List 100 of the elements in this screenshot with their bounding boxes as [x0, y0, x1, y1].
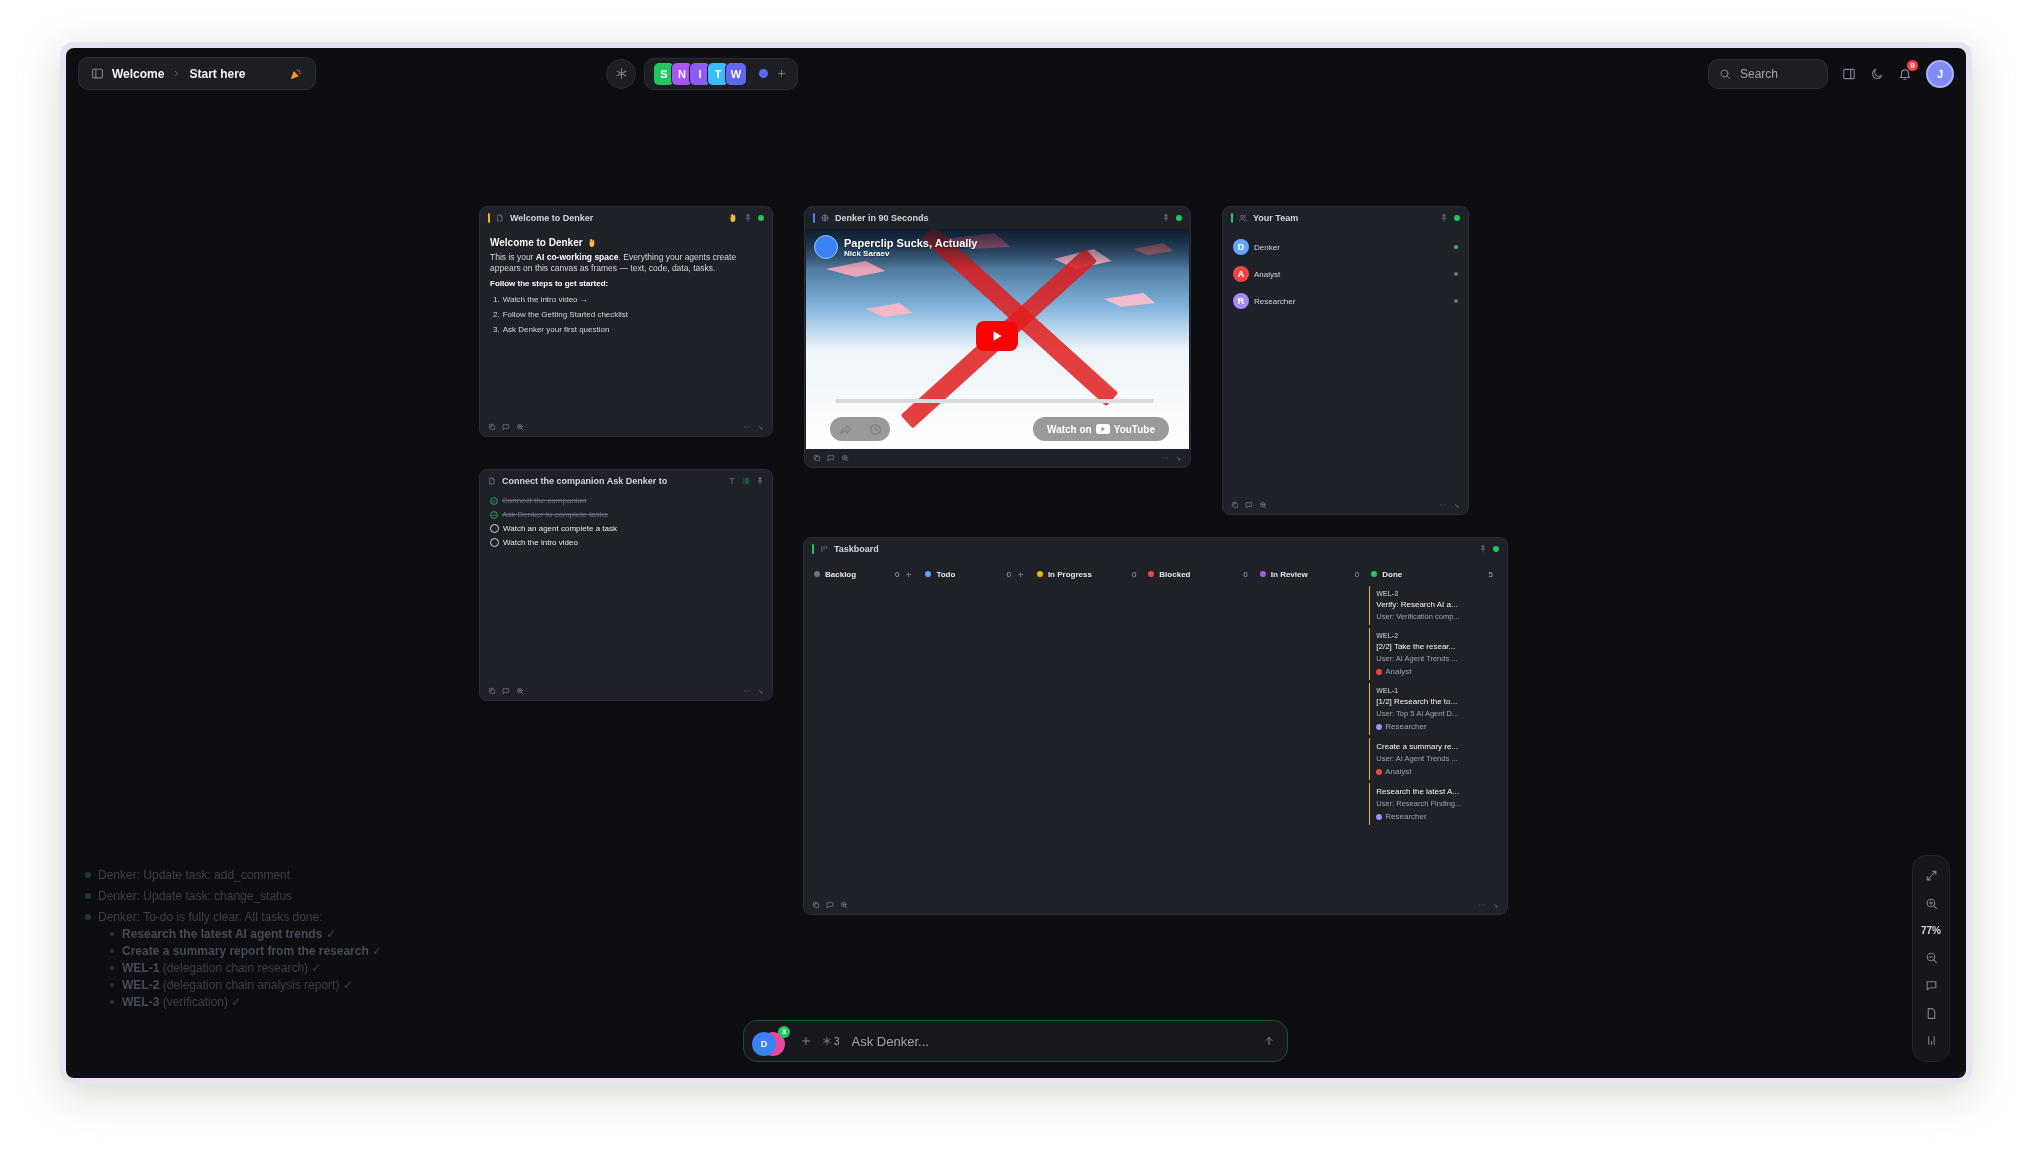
member-name[interactable]: Denker: [1254, 242, 1449, 252]
copy-icon[interactable]: [1231, 501, 1239, 509]
step-text: Watch the intro video →: [502, 295, 588, 304]
checked-circle-icon[interactable]: [490, 510, 498, 519]
pin-icon[interactable]: [1162, 214, 1170, 222]
breadcrumb-item[interactable]: Welcome: [112, 66, 165, 81]
column-count: 5: [1488, 569, 1493, 579]
bell-icon[interactable]: [1898, 66, 1912, 81]
chat-input-text[interactable]: Ask Denker...: [849, 1032, 1253, 1050]
breadcrumb-item[interactable]: Start here: [189, 66, 246, 81]
add-task-icon[interactable]: [1015, 569, 1025, 579]
step-number: 2.: [493, 310, 500, 319]
fullscreen-icon[interactable]: [1924, 869, 1938, 883]
send-icon[interactable]: [1263, 1035, 1275, 1047]
agent-avatars[interactable]: D 3: [752, 1025, 790, 1057]
video-title[interactable]: Paperclip Sucks, Actually: [844, 236, 978, 249]
log-dot: [85, 893, 91, 899]
globe-icon: [821, 214, 829, 222]
panel-icon[interactable]: [1842, 66, 1856, 81]
resize-icon[interactable]: [1453, 501, 1460, 509]
copy-icon[interactable]: [812, 901, 820, 909]
column-title: Backlog: [825, 569, 858, 579]
zoom-in-icon[interactable]: [516, 423, 524, 431]
zoom-out-icon[interactable]: [1924, 950, 1938, 964]
frame-title: Welcome to Denker: [510, 213, 594, 223]
task-title: Create a summary re...: [1376, 742, 1460, 751]
zoom-in-icon[interactable]: [1259, 501, 1267, 509]
agent-count[interactable]: 3: [834, 1035, 840, 1047]
resize-icon[interactable]: [757, 423, 764, 431]
bullet: [110, 949, 114, 953]
assignee-name: Analyst: [1385, 767, 1412, 776]
accent-bar: [812, 544, 814, 554]
sparkle-icon: [822, 1036, 832, 1046]
comment-icon[interactable]: [502, 423, 510, 431]
add-icon[interactable]: [800, 1035, 812, 1047]
search-input[interactable]: Search: [1738, 65, 1822, 82]
checklist-item: Connect the companion: [502, 496, 587, 505]
waving-hand-icon: [586, 237, 597, 248]
workspace-avatar[interactable]: W: [725, 61, 747, 86]
copy-icon[interactable]: [488, 423, 496, 431]
chat-input[interactable]: D 3 3 Ask Denker...: [743, 1020, 1288, 1062]
text-icon[interactable]: [728, 477, 736, 485]
channel-name[interactable]: Nick Saraev: [844, 248, 978, 258]
moon-icon[interactable]: [1870, 66, 1884, 81]
member-name[interactable]: Researcher: [1254, 296, 1449, 306]
zoom-in-icon[interactable]: [841, 454, 849, 462]
accent-bar: [488, 213, 490, 223]
checklist-icon[interactable]: [742, 477, 750, 485]
member-name[interactable]: Analyst: [1254, 269, 1449, 279]
comment-icon[interactable]: [826, 901, 834, 909]
comment-icon[interactable]: [827, 454, 835, 462]
welcome-heading: Welcome to Denker: [490, 237, 583, 248]
zoom-in-icon[interactable]: [840, 901, 848, 909]
sidebar-toggle-icon[interactable]: [91, 67, 104, 80]
comment-icon[interactable]: [1245, 501, 1253, 509]
zoom-level: 77%: [1921, 925, 1941, 937]
copy-icon[interactable]: [813, 454, 821, 462]
pin-icon[interactable]: [1440, 214, 1448, 222]
add-icon[interactable]: [776, 68, 787, 79]
log-item: Create a summary report from the research ✓: [122, 944, 383, 958]
column-title: In Progress: [1047, 569, 1093, 579]
checked-circle-icon[interactable]: [490, 496, 498, 505]
frame-title: Your Team: [1253, 213, 1299, 223]
comment-icon[interactable]: [1924, 978, 1938, 992]
member-avatar: R: [1233, 293, 1249, 309]
pin-icon[interactable]: [1479, 545, 1487, 553]
add-task-icon[interactable]: [904, 569, 914, 579]
document-icon: [488, 477, 496, 485]
column-title: Done: [1382, 569, 1404, 579]
zoom-in-icon[interactable]: [516, 687, 524, 695]
workspace-switcher[interactable]: S N I T W: [644, 57, 798, 90]
comment-icon[interactable]: [502, 687, 510, 695]
task-title: Verify: Research AI a...: [1376, 600, 1459, 609]
bullet: [110, 983, 114, 987]
play-logo-icon: [1095, 424, 1110, 434]
column-title: Blocked: [1159, 569, 1192, 579]
people-icon: [1239, 214, 1247, 222]
resize-icon[interactable]: [1492, 901, 1499, 909]
play-button[interactable]: [976, 321, 1018, 351]
column-count: 0: [1131, 569, 1137, 579]
search-field[interactable]: Search: [1708, 58, 1828, 89]
frame-title: Taskboard: [834, 544, 879, 554]
pin-icon[interactable]: [756, 477, 764, 485]
presence-dot: [759, 69, 768, 78]
resize-icon[interactable]: [1175, 454, 1182, 462]
notification-badge: 9: [1907, 59, 1918, 71]
steps-heading: Follow the steps to get started:: [490, 279, 610, 288]
log-dot: [85, 872, 91, 878]
assignee-name: Analyst: [1385, 667, 1412, 676]
bullet: [110, 966, 114, 970]
resize-icon[interactable]: [757, 687, 764, 695]
column-title: Todo: [936, 569, 957, 579]
agent-button[interactable]: [606, 58, 636, 89]
member-avatar: A: [1233, 266, 1249, 282]
column-title: In Review: [1270, 569, 1309, 579]
step-text: Follow the Getting Started checklist: [502, 310, 629, 319]
copy-icon[interactable]: [488, 687, 496, 695]
zoom-in-icon[interactable]: [1924, 897, 1938, 911]
pin-icon[interactable]: [744, 214, 752, 222]
party-popper-icon: [289, 66, 303, 81]
